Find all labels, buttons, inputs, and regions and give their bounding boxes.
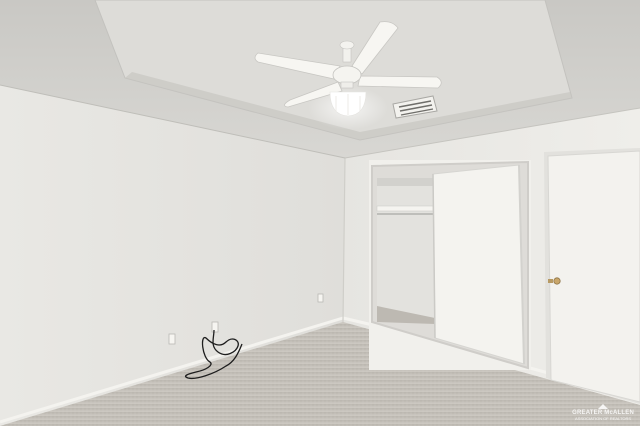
closet-shelf bbox=[376, 205, 434, 212]
closet bbox=[369, 160, 531, 370]
wall-outlet bbox=[317, 293, 324, 303]
mls-watermark: GREATER McALLEN ASSOCIATION OF REALTORS bbox=[572, 404, 634, 421]
empty-bedroom-photo: GREATER McALLEN ASSOCIATION OF REALTORS bbox=[0, 0, 640, 426]
sliding-closet-door[interactable] bbox=[432, 164, 525, 365]
bedroom-door[interactable] bbox=[544, 148, 640, 404]
fan-blade bbox=[357, 75, 442, 89]
closet-interior bbox=[377, 178, 435, 318]
door-knob[interactable] bbox=[553, 277, 561, 285]
house-logo-icon bbox=[598, 404, 609, 409]
wall-outlet bbox=[211, 321, 219, 333]
wall-outlet bbox=[168, 333, 176, 345]
room-illustration bbox=[0, 0, 640, 426]
watermark-subtitle: ASSOCIATION OF REALTORS bbox=[575, 416, 632, 421]
